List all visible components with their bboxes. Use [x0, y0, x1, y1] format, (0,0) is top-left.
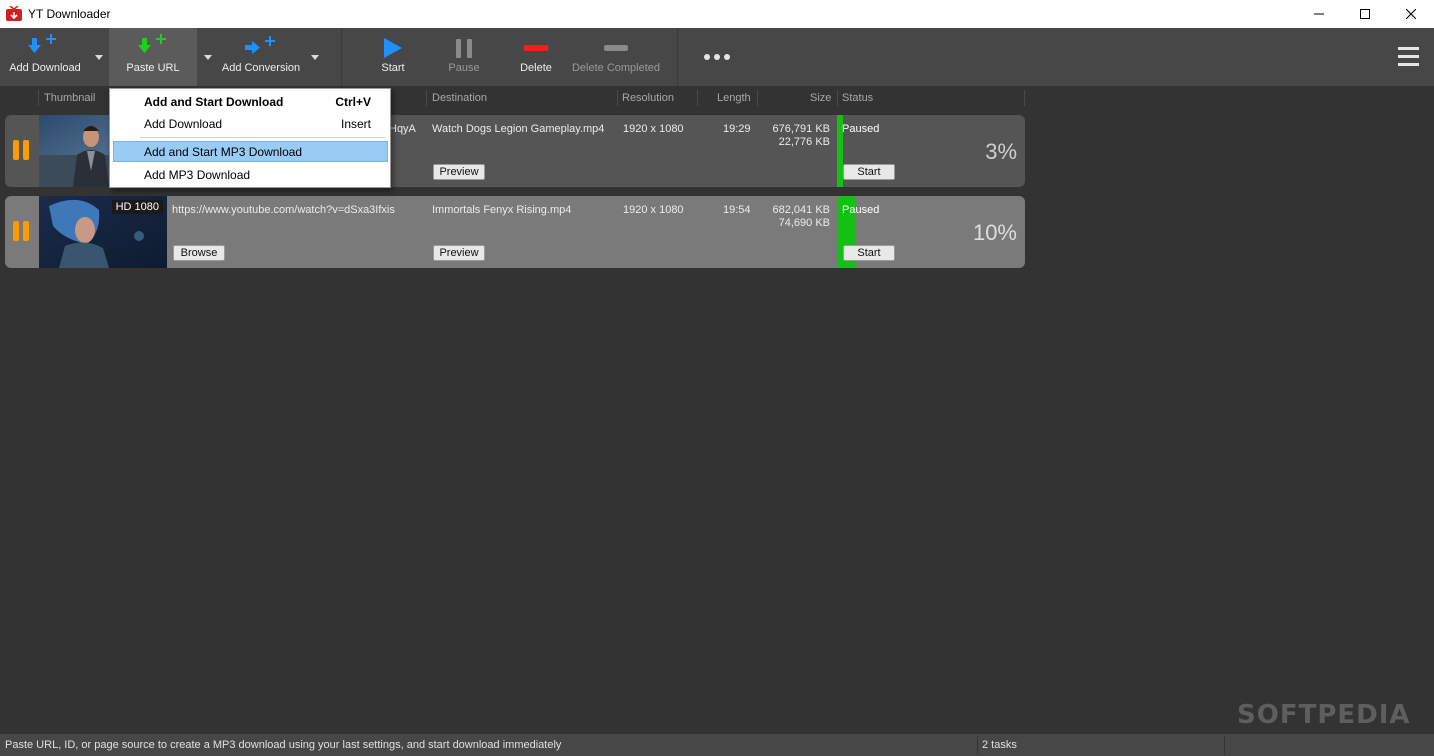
pause-icon[interactable]	[13, 221, 31, 243]
task-count: 2 tasks	[982, 739, 1017, 751]
column-size[interactable]: Size	[810, 92, 831, 104]
more-icon	[696, 28, 738, 86]
video-url[interactable]: HqyA	[389, 123, 416, 135]
menu-item-add-and-start-download[interactable]: Add and Start Download Ctrl+V	[113, 91, 388, 112]
add-download-dropdown[interactable]	[90, 28, 108, 86]
column-status[interactable]: Status	[842, 92, 873, 104]
pause-label: Pause	[448, 62, 480, 74]
app-logo-icon	[6, 5, 22, 22]
download-row[interactable]: HD 1080 https://www.youtube.com/watch?v=…	[5, 196, 1025, 268]
resolution-value: 1920 x 1080	[623, 204, 684, 216]
size-total: 676,791 KB	[772, 123, 831, 135]
download-plus-icon	[0, 28, 90, 58]
toolbar-divider	[677, 28, 678, 86]
column-divider	[38, 90, 39, 106]
menu-item-shortcut: Insert	[340, 116, 371, 131]
close-icon[interactable]	[1388, 0, 1434, 28]
minimize-icon[interactable]	[1296, 0, 1342, 28]
add-download-button[interactable]: Add Download	[0, 28, 90, 86]
length-value: 19:29	[723, 123, 751, 135]
menu-item-shortcut: Ctrl+V	[335, 94, 371, 109]
paste-url-dropdown[interactable]	[199, 28, 217, 86]
length-value: 19:54	[723, 204, 751, 216]
progress-percent: 3%	[985, 139, 1017, 164]
toolbar: Add Download Paste URL Add Conversion St…	[0, 28, 1434, 86]
conversion-plus-icon	[218, 28, 304, 58]
column-divider	[1024, 90, 1025, 106]
toolbar-divider	[341, 28, 342, 86]
start-button[interactable]: Start	[843, 164, 895, 180]
chevron-down-icon	[95, 54, 103, 60]
menu-item-label: Add and Start MP3 Download	[144, 144, 303, 159]
delete-label: Delete	[520, 62, 552, 74]
paste-download-icon	[109, 28, 197, 58]
minus-delete-icon	[505, 28, 567, 58]
paste-url-label: Paste URL	[126, 62, 180, 74]
progress-percent: 10%	[972, 220, 1017, 245]
menu-item-add-and-start-mp3-download[interactable]: Add and Start MP3 Download	[113, 141, 388, 162]
preview-button[interactable]: Preview	[433, 164, 485, 180]
video-thumbnail: HD 1080	[39, 196, 167, 268]
add-conversion-dropdown[interactable]	[306, 28, 324, 86]
size-total: 682,041 KB	[772, 204, 831, 216]
menu-item-label: Add MP3 Download	[144, 167, 251, 182]
size-downloaded: 74,690 KB	[778, 217, 830, 229]
maximize-icon[interactable]	[1342, 0, 1388, 28]
start-label: Start	[381, 62, 405, 74]
hamburger-menu-icon	[1390, 28, 1428, 86]
status-text: Paused	[842, 123, 880, 135]
menu-separator	[140, 137, 386, 138]
start-button[interactable]: Start	[843, 245, 895, 261]
size-downloaded: 22,776 KB	[778, 136, 830, 148]
menu-item-label: Add and Start Download	[144, 94, 284, 109]
column-length[interactable]: Length	[717, 92, 751, 104]
paste-url-menu: Add and Start Download Ctrl+V Add Downlo…	[109, 88, 391, 188]
softpedia-watermark: SOFTPEDIA	[1237, 700, 1411, 730]
column-divider	[837, 90, 838, 106]
status-bar: Paste URL, ID, or page source to create …	[0, 734, 1434, 756]
status-text: Paused	[842, 204, 880, 216]
add-conversion-button[interactable]: Add Conversion	[218, 28, 304, 86]
column-divider	[697, 90, 698, 106]
delete-completed-button[interactable]: Delete Completed	[571, 28, 661, 86]
browse-button[interactable]: Browse	[173, 245, 225, 261]
column-divider	[757, 90, 758, 106]
delete-button[interactable]: Delete	[505, 28, 567, 86]
window-title: YT Downloader	[28, 7, 111, 21]
hd-badge: HD 1080	[111, 200, 163, 214]
column-resolution[interactable]: Resolution	[622, 92, 674, 104]
chevron-down-icon	[204, 54, 212, 60]
minus-delete-completed-icon	[571, 28, 661, 58]
preview-button[interactable]: Preview	[433, 245, 485, 261]
play-icon	[362, 28, 424, 58]
more-options-button[interactable]	[696, 28, 738, 86]
column-divider	[617, 90, 618, 106]
chevron-down-icon	[311, 54, 319, 60]
video-url[interactable]: https://www.youtube.com/watch?v=dSxa3Ifx…	[172, 204, 395, 216]
paste-url-button[interactable]: Paste URL	[109, 28, 197, 86]
column-divider	[426, 90, 427, 106]
main-menu-button[interactable]	[1390, 28, 1428, 86]
pause-icon	[433, 28, 495, 58]
menu-item-add-download[interactable]: Add Download Insert	[113, 113, 388, 134]
add-download-label: Add Download	[9, 62, 81, 74]
status-divider	[977, 736, 978, 754]
add-conversion-label: Add Conversion	[221, 62, 301, 74]
title-bar: YT Downloader	[0, 0, 1434, 28]
resolution-value: 1920 x 1080	[623, 123, 684, 135]
status-divider	[1224, 736, 1225, 754]
start-button[interactable]: Start	[362, 28, 424, 86]
pause-icon[interactable]	[13, 140, 31, 162]
status-message: Paste URL, ID, or page source to create …	[5, 739, 562, 751]
column-thumbnail[interactable]: Thumbnail	[44, 92, 95, 104]
menu-item-label: Add Download	[144, 116, 223, 131]
pause-button[interactable]: Pause	[433, 28, 495, 86]
menu-item-add-mp3-download[interactable]: Add MP3 Download	[113, 164, 388, 185]
destination-filename: Watch Dogs Legion Gameplay.mp4	[432, 123, 605, 135]
column-destination[interactable]: Destination	[432, 92, 487, 104]
delete-completed-label: Delete Completed	[571, 62, 661, 74]
destination-filename: Immortals Fenyx Rising.mp4	[432, 204, 572, 216]
